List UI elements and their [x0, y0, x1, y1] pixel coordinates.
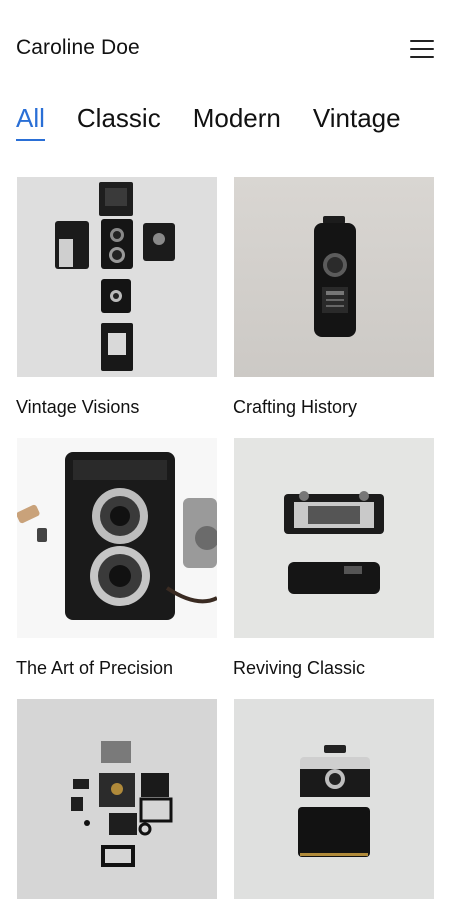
gallery-image-vintage-visions[interactable]: [17, 177, 217, 377]
gallery-card[interactable]: [234, 699, 434, 899]
camera-parts-illustration: [55, 182, 175, 371]
gallery-card[interactable]: Reviving Classic: [233, 438, 434, 678]
card-title[interactable]: The Art of Precision: [16, 658, 173, 679]
film-camera-illustration: [314, 216, 356, 337]
gallery-card[interactable]: Vintage Visions: [16, 177, 217, 417]
menu-line: [410, 56, 434, 58]
category-tabs: All Classic Modern Vintage: [16, 103, 433, 143]
twin-lens-camera-illustration: [17, 452, 217, 620]
hamburger-menu-icon[interactable]: [408, 38, 436, 60]
camera-and-case-illustration: [298, 745, 370, 857]
gallery-card[interactable]: [17, 699, 217, 899]
gallery-card[interactable]: The Art of Precision: [16, 438, 217, 678]
card-title[interactable]: Crafting History: [233, 397, 357, 418]
rangefinder-camera-illustration: [284, 491, 384, 594]
camera-components-illustration: [71, 741, 173, 867]
gallery-card[interactable]: Crafting History: [233, 177, 434, 417]
brand-name[interactable]: Caroline Doe: [16, 36, 140, 60]
card-title[interactable]: Vintage Visions: [16, 397, 139, 418]
tab-vintage[interactable]: Vintage: [313, 103, 401, 143]
app-header: Caroline Doe: [0, 0, 450, 100]
gallery-image-camera-with-case[interactable]: [234, 699, 434, 899]
tab-all[interactable]: All: [16, 103, 45, 143]
gallery-image-crafting-history[interactable]: [234, 177, 434, 377]
gallery-image-the-art-of-precision[interactable]: [17, 438, 217, 638]
gallery-image-disassembled-camera[interactable]: [17, 699, 217, 899]
menu-line: [410, 40, 434, 42]
tab-modern[interactable]: Modern: [193, 103, 281, 143]
card-title[interactable]: Reviving Classic: [233, 658, 365, 679]
tab-classic[interactable]: Classic: [77, 103, 161, 143]
menu-line: [410, 48, 434, 50]
gallery-image-reviving-classic[interactable]: [234, 438, 434, 638]
